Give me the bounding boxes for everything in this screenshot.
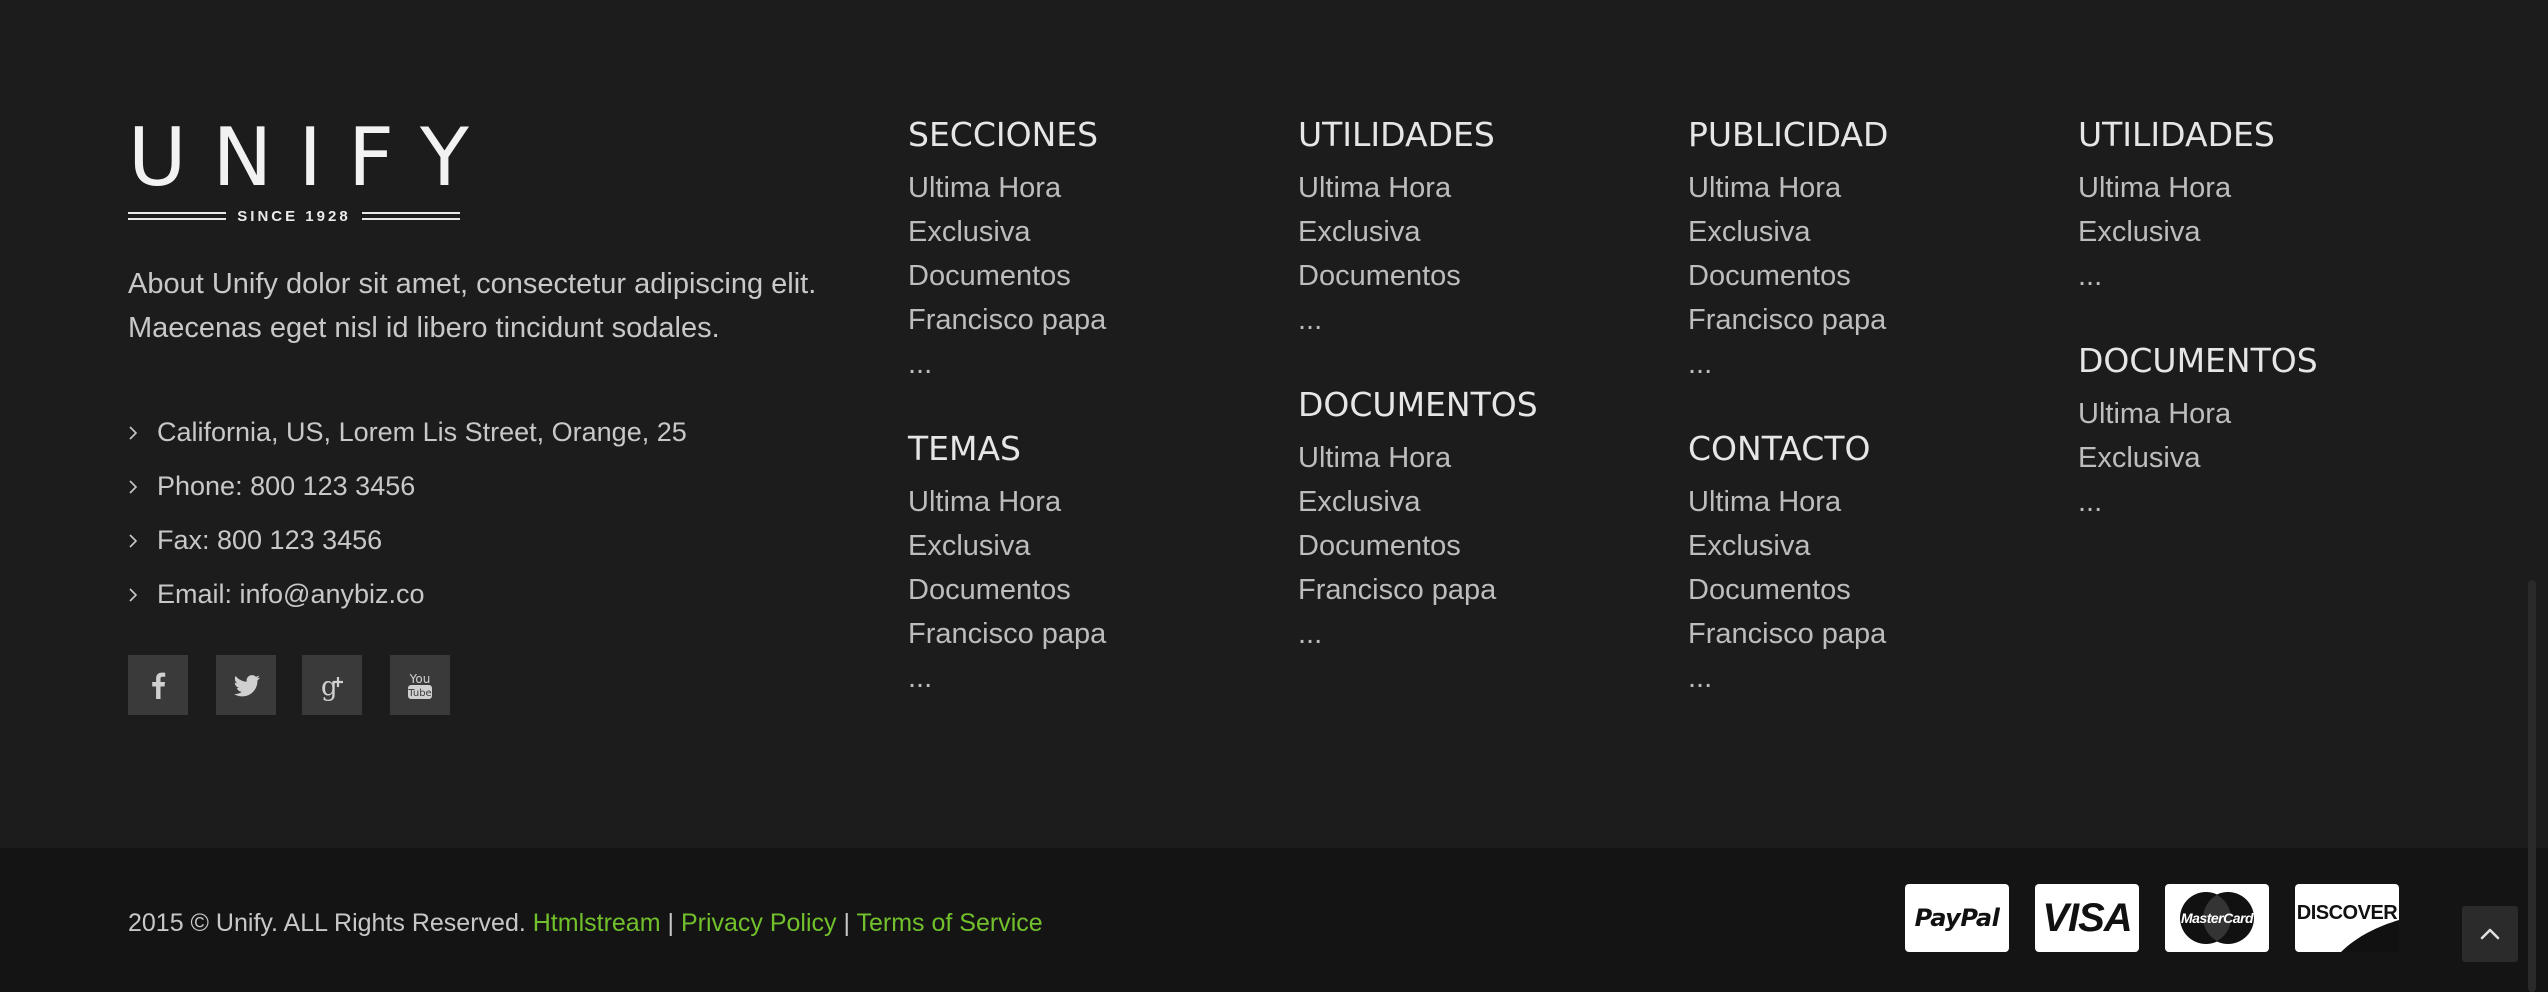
chevron-right-icon: [128, 572, 146, 616]
column-spacer: [908, 386, 1268, 426]
footer-link-more[interactable]: ...: [2078, 254, 2438, 298]
copyright: 2015 © Unify. ALL Rights Reserved. Htmls…: [128, 903, 1043, 943]
column-title: SECCIONES: [908, 115, 1099, 154]
facebook-icon: [152, 672, 166, 699]
footer-link[interactable]: Exclusiva: [1688, 210, 2048, 254]
footer-link[interactable]: Exclusiva: [2078, 436, 2438, 480]
footer-link[interactable]: Documentos: [1688, 254, 2048, 298]
back-to-top-button[interactable]: [2462, 906, 2518, 962]
mastercard-label: MasterCard: [2180, 910, 2254, 926]
google-plus-button[interactable]: g: [302, 655, 362, 715]
footer-link[interactable]: Exclusiva: [908, 524, 1268, 568]
chevron-right-icon: [128, 518, 146, 562]
footer-link[interactable]: Documentos: [1298, 524, 1658, 568]
visa-card-icon: VISA: [2035, 884, 2139, 952]
footer-link[interactable]: Ultima Hora: [908, 480, 1268, 524]
footer-link[interactable]: Francisco papa: [1298, 568, 1658, 612]
footer-link-more[interactable]: ...: [908, 656, 1268, 700]
column-title: DOCUMENTOS: [2078, 341, 2318, 380]
chevron-up-icon: [2480, 928, 2500, 940]
logo-rule-right-2: [362, 218, 460, 220]
footer-link[interactable]: Ultima Hora: [908, 166, 1268, 210]
svg-text:g: g: [321, 672, 338, 702]
column-spacer: [1298, 342, 1658, 382]
about-text: About Unify dolor sit amet, consectetur …: [128, 268, 817, 344]
footer-link[interactable]: Francisco papa: [908, 298, 1268, 342]
footer-link[interactable]: Ultima Hora: [1298, 166, 1658, 210]
logo-rule-right: [362, 212, 460, 214]
chevron-right-icon: [128, 464, 146, 508]
footer-link[interactable]: Ultima Hora: [1298, 436, 1658, 480]
svg-text:You: You: [409, 672, 431, 686]
footer-link[interactable]: Ultima Hora: [2078, 166, 2438, 210]
footer-link-more[interactable]: ...: [1298, 612, 1658, 656]
terms-of-service-link[interactable]: Terms of Service: [857, 909, 1043, 937]
footer-main: UNIFY SINCE 1928 About Unify dolor sit a…: [0, 0, 2548, 848]
footer-link[interactable]: Documentos: [1688, 568, 2048, 612]
footer-link[interactable]: Exclusiva: [2078, 210, 2438, 254]
footer-link[interactable]: Exclusiva: [1298, 480, 1658, 524]
youtube-icon: You Tube: [407, 672, 432, 699]
column-spacer: [1688, 386, 2048, 426]
column-title: DOCUMENTOS: [1298, 385, 1538, 424]
footer-link[interactable]: Documentos: [1298, 254, 1658, 298]
logo-tagline: SINCE 1928: [237, 208, 351, 225]
footer-link[interactable]: Documentos: [908, 568, 1268, 612]
logo-wordmark: UNIFY: [128, 111, 495, 204]
facebook-button[interactable]: [128, 655, 188, 715]
logo-rule-left-2: [128, 218, 226, 220]
column-title: UTILIDADES: [2078, 115, 2275, 154]
scrollbar-thumb[interactable]: [2528, 580, 2536, 992]
footer-link[interactable]: Documentos: [908, 254, 1268, 298]
logo[interactable]: UNIFY SINCE 1928: [128, 111, 495, 226]
link-separator: |: [843, 909, 851, 937]
footer-link[interactable]: Exclusiva: [1688, 524, 2048, 568]
footer-column-3: PUBLICIDAD Ultima Hora Exclusiva Documen…: [1688, 112, 2048, 700]
logo-rule-left: [128, 212, 226, 214]
footer-column-1: SECCIONES Ultima Hora Exclusiva Document…: [908, 112, 1268, 700]
paypal-label: PayPal: [1914, 904, 2000, 932]
footer-column-4: UTILIDADES Ultima Hora Exclusiva ... DOC…: [2078, 112, 2438, 524]
footer-link-more[interactable]: ...: [1688, 656, 2048, 700]
chevron-right-icon: [128, 410, 146, 454]
footer-link[interactable]: Ultima Hora: [2078, 392, 2438, 436]
contact-phone-text: Phone: 800 123 3456: [157, 471, 416, 501]
htmlstream-link[interactable]: Htmlstream: [533, 909, 661, 937]
contact-fax-text: Fax: 800 123 3456: [157, 525, 383, 555]
column-title: PUBLICIDAD: [1688, 115, 1889, 154]
column-spacer: [2078, 298, 2438, 338]
footer-link-more[interactable]: ...: [908, 342, 1268, 386]
footer-column-2: UTILIDADES Ultima Hora Exclusiva Documen…: [1298, 112, 1658, 656]
footer-link[interactable]: Ultima Hora: [1688, 480, 2048, 524]
discover-label: DISCOVER: [2296, 902, 2398, 924]
footer-link-more[interactable]: ...: [1298, 298, 1658, 342]
paypal-card-icon: PayPal: [1905, 884, 2009, 952]
footer-link[interactable]: Exclusiva: [1298, 210, 1658, 254]
discover-card-icon: DISCOVER: [2295, 884, 2399, 952]
footer-link[interactable]: Ultima Hora: [1688, 166, 2048, 210]
svg-text:Tube: Tube: [407, 688, 431, 699]
column-title: CONTACTO: [1688, 429, 1871, 468]
visa-label: VISA: [2042, 896, 2132, 940]
footer-link-more[interactable]: ...: [1688, 342, 2048, 386]
footer-link-more[interactable]: ...: [2078, 480, 2438, 524]
privacy-policy-link[interactable]: Privacy Policy: [681, 909, 837, 937]
footer-link[interactable]: Francisco papa: [1688, 612, 2048, 656]
twitter-button[interactable]: [216, 655, 276, 715]
mastercard-card-icon: MasterCard: [2165, 884, 2269, 952]
contact-email-text[interactable]: Email: info@anybiz.co: [157, 572, 425, 616]
footer-link[interactable]: Exclusiva: [908, 210, 1268, 254]
twitter-icon: [233, 675, 260, 697]
footer-link[interactable]: Francisco papa: [1688, 298, 2048, 342]
footer-link[interactable]: Francisco papa: [908, 612, 1268, 656]
column-title: TEMAS: [908, 429, 1022, 468]
youtube-button[interactable]: You Tube: [390, 655, 450, 715]
copyright-text: 2015 © Unify. ALL Rights Reserved.: [128, 909, 526, 937]
link-separator: |: [667, 909, 675, 937]
contact-address-text: California, US, Lorem Lis Street, Orange…: [157, 417, 687, 447]
google-plus-icon: g: [321, 672, 343, 702]
column-title: UTILIDADES: [1298, 115, 1495, 154]
